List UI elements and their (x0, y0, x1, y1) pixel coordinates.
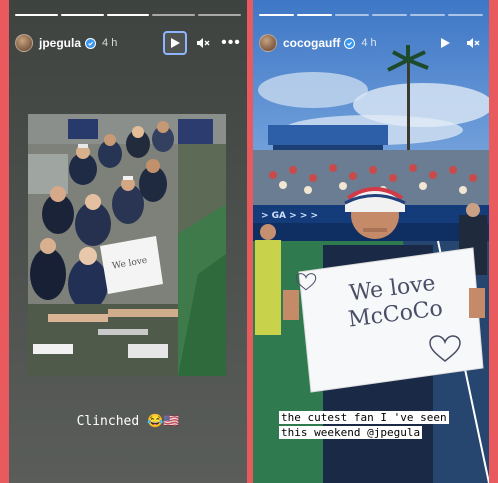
story-header: cocogauff 4 h (259, 30, 485, 56)
story-photo-crowd: We love (28, 114, 226, 376)
mute-button[interactable] (461, 31, 485, 55)
progress-bar (15, 14, 241, 16)
avatar[interactable] (15, 34, 33, 52)
play-icon (171, 38, 180, 48)
avatar[interactable] (259, 34, 277, 52)
mute-icon (197, 38, 210, 48)
verified-badge-icon (85, 37, 97, 49)
post-time: 4 h (361, 37, 377, 49)
progress-bar (259, 14, 483, 16)
heart-icon (429, 335, 461, 362)
story-caption: Clinched 😂🇺🇸 (76, 414, 180, 429)
more-icon: ••• (221, 34, 241, 51)
more-button[interactable]: ••• (219, 31, 243, 55)
verified-badge-icon (344, 37, 356, 49)
username[interactable]: cocogauff (283, 36, 340, 50)
story-header: jpegula 4 h ••• (15, 30, 243, 56)
username[interactable]: jpegula (39, 36, 81, 50)
play-icon (441, 38, 450, 48)
caption-line-1: the cutest fan I 've seen (279, 411, 449, 424)
story-caption: the cutest fan I 've seen this weekend @… (279, 410, 485, 440)
story-left[interactable]: jpegula 4 h ••• We love Clinched 😂🇺🇸 (9, 0, 247, 483)
caption-line-2: this weekend @jpegula (279, 426, 423, 439)
post-time: 4 h (102, 37, 118, 49)
heart-icon (295, 273, 317, 291)
mute-icon (467, 38, 480, 48)
mute-button[interactable] (191, 31, 215, 55)
play-button[interactable] (433, 31, 457, 55)
play-button[interactable] (163, 31, 187, 55)
svg-text:> GA > > >: > GA > > > (261, 211, 318, 221)
story-right[interactable]: > GA > > > We love McCoCo cocogauff 4 h … (253, 0, 489, 483)
